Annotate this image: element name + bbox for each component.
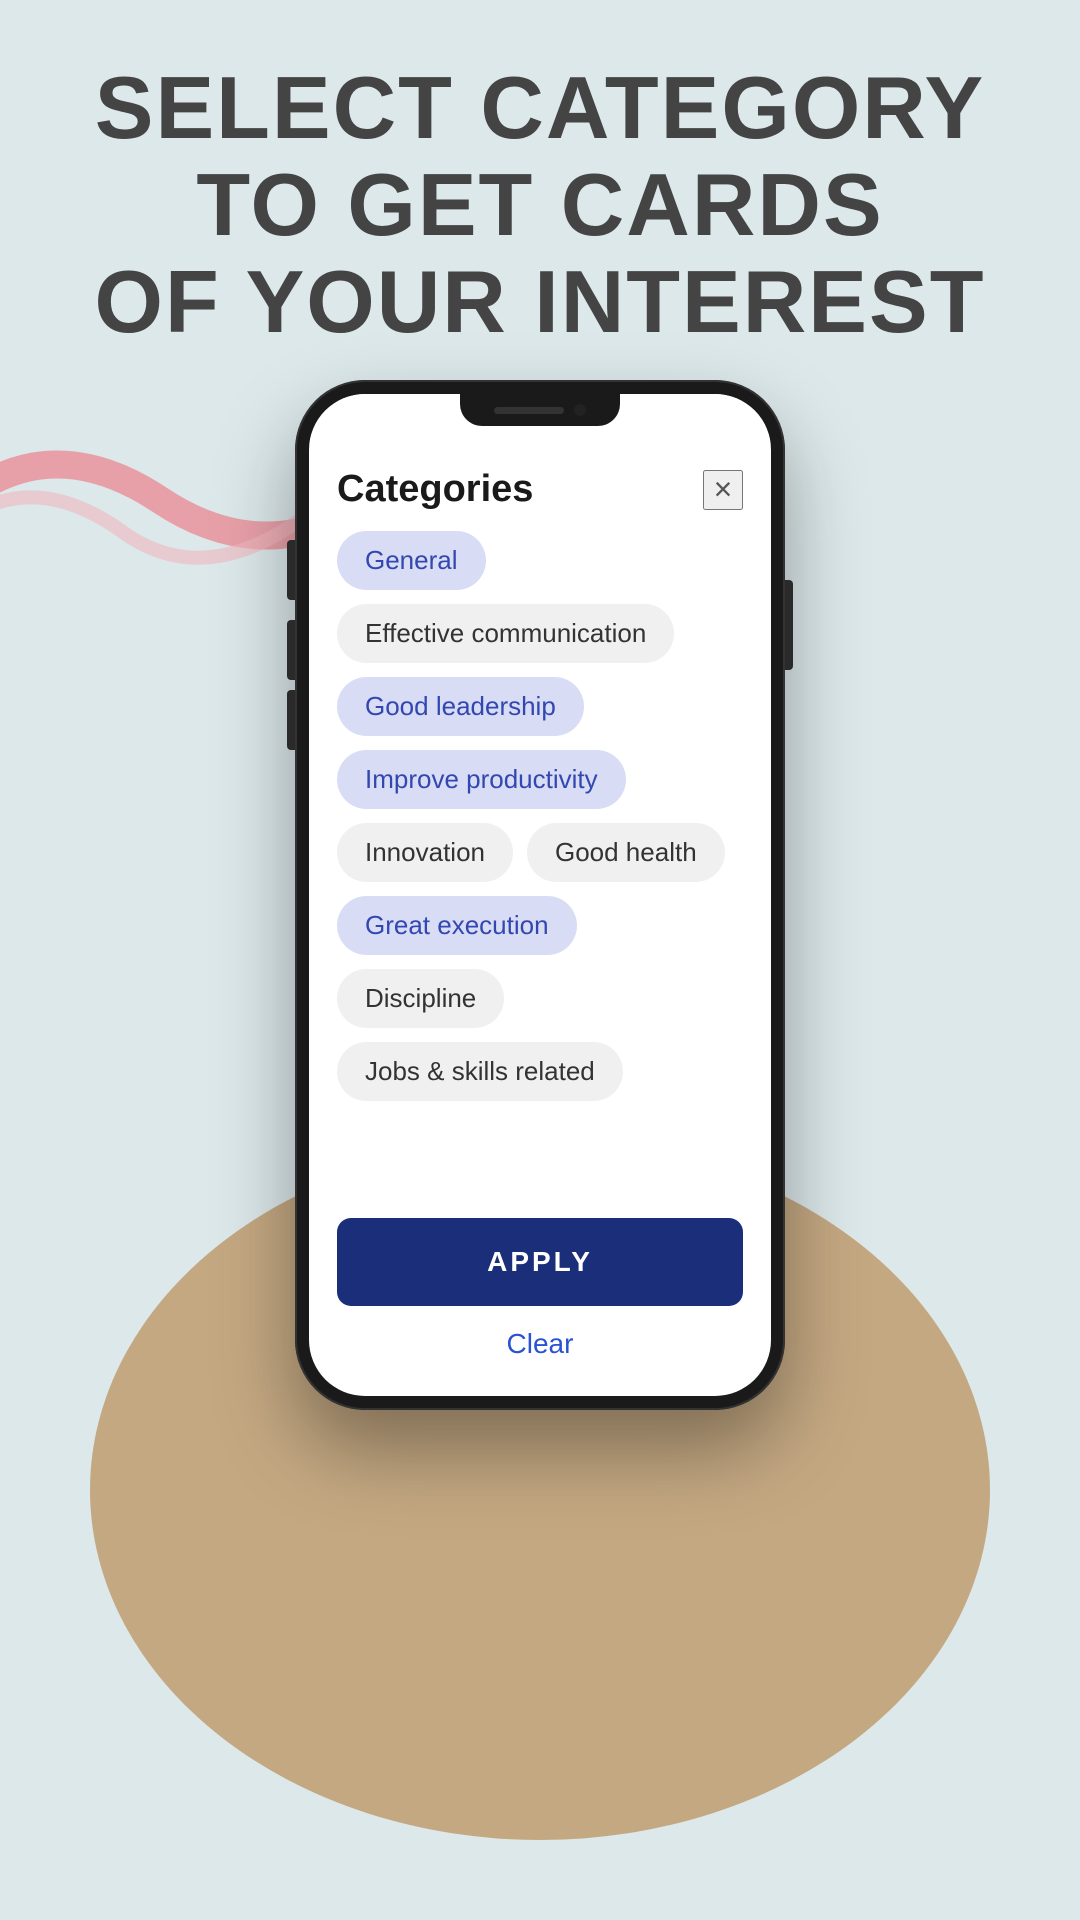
modal-title: Categories: [337, 468, 533, 511]
tags-row-7: Discipline: [337, 969, 743, 1028]
tag-discipline[interactable]: Discipline: [337, 969, 504, 1028]
modal-header: Categories ×: [337, 444, 743, 531]
clear-button[interactable]: Clear: [337, 1328, 743, 1360]
tag-jobs-skills[interactable]: Jobs & skills related: [337, 1042, 623, 1101]
tag-effective-communication[interactable]: Effective communication: [337, 604, 674, 663]
tags-row-4: Improve productivity: [337, 750, 743, 809]
close-button[interactable]: ×: [703, 470, 743, 510]
modal-content: Categories × General Effective communica…: [309, 444, 771, 1218]
tag-good-health[interactable]: Good health: [527, 823, 725, 882]
page-heading: Select category to get CARDs of your int…: [0, 60, 1080, 350]
tag-great-execution[interactable]: Great execution: [337, 896, 577, 955]
phone-mockup: Categories × General Effective communica…: [295, 380, 785, 1410]
tag-innovation[interactable]: Innovation: [337, 823, 513, 882]
tag-general[interactable]: General: [337, 531, 486, 590]
notch-bar: [309, 394, 771, 444]
tags-container: General Effective communication Good lea…: [337, 531, 743, 1218]
phone-bottom-actions: APPLY Clear: [309, 1218, 771, 1396]
phone-body: Categories × General Effective communica…: [295, 380, 785, 1410]
tag-improve-productivity[interactable]: Improve productivity: [337, 750, 626, 809]
tags-row-3: Good leadership: [337, 677, 743, 736]
tags-row-6: Great execution: [337, 896, 743, 955]
notch-camera: [574, 404, 586, 416]
page-title-text: Select category to get CARDs of your int…: [60, 60, 1020, 350]
tags-row-2: Effective communication: [337, 604, 743, 663]
tags-row-5: Innovation Good health: [337, 823, 743, 882]
notch-speaker: [494, 407, 564, 414]
phone-notch: [460, 394, 620, 426]
tags-row-1: General: [337, 531, 743, 590]
tags-row-8: Jobs & skills related: [337, 1042, 743, 1101]
apply-button[interactable]: APPLY: [337, 1218, 743, 1306]
tag-good-leadership[interactable]: Good leadership: [337, 677, 584, 736]
phone-screen: Categories × General Effective communica…: [309, 394, 771, 1396]
